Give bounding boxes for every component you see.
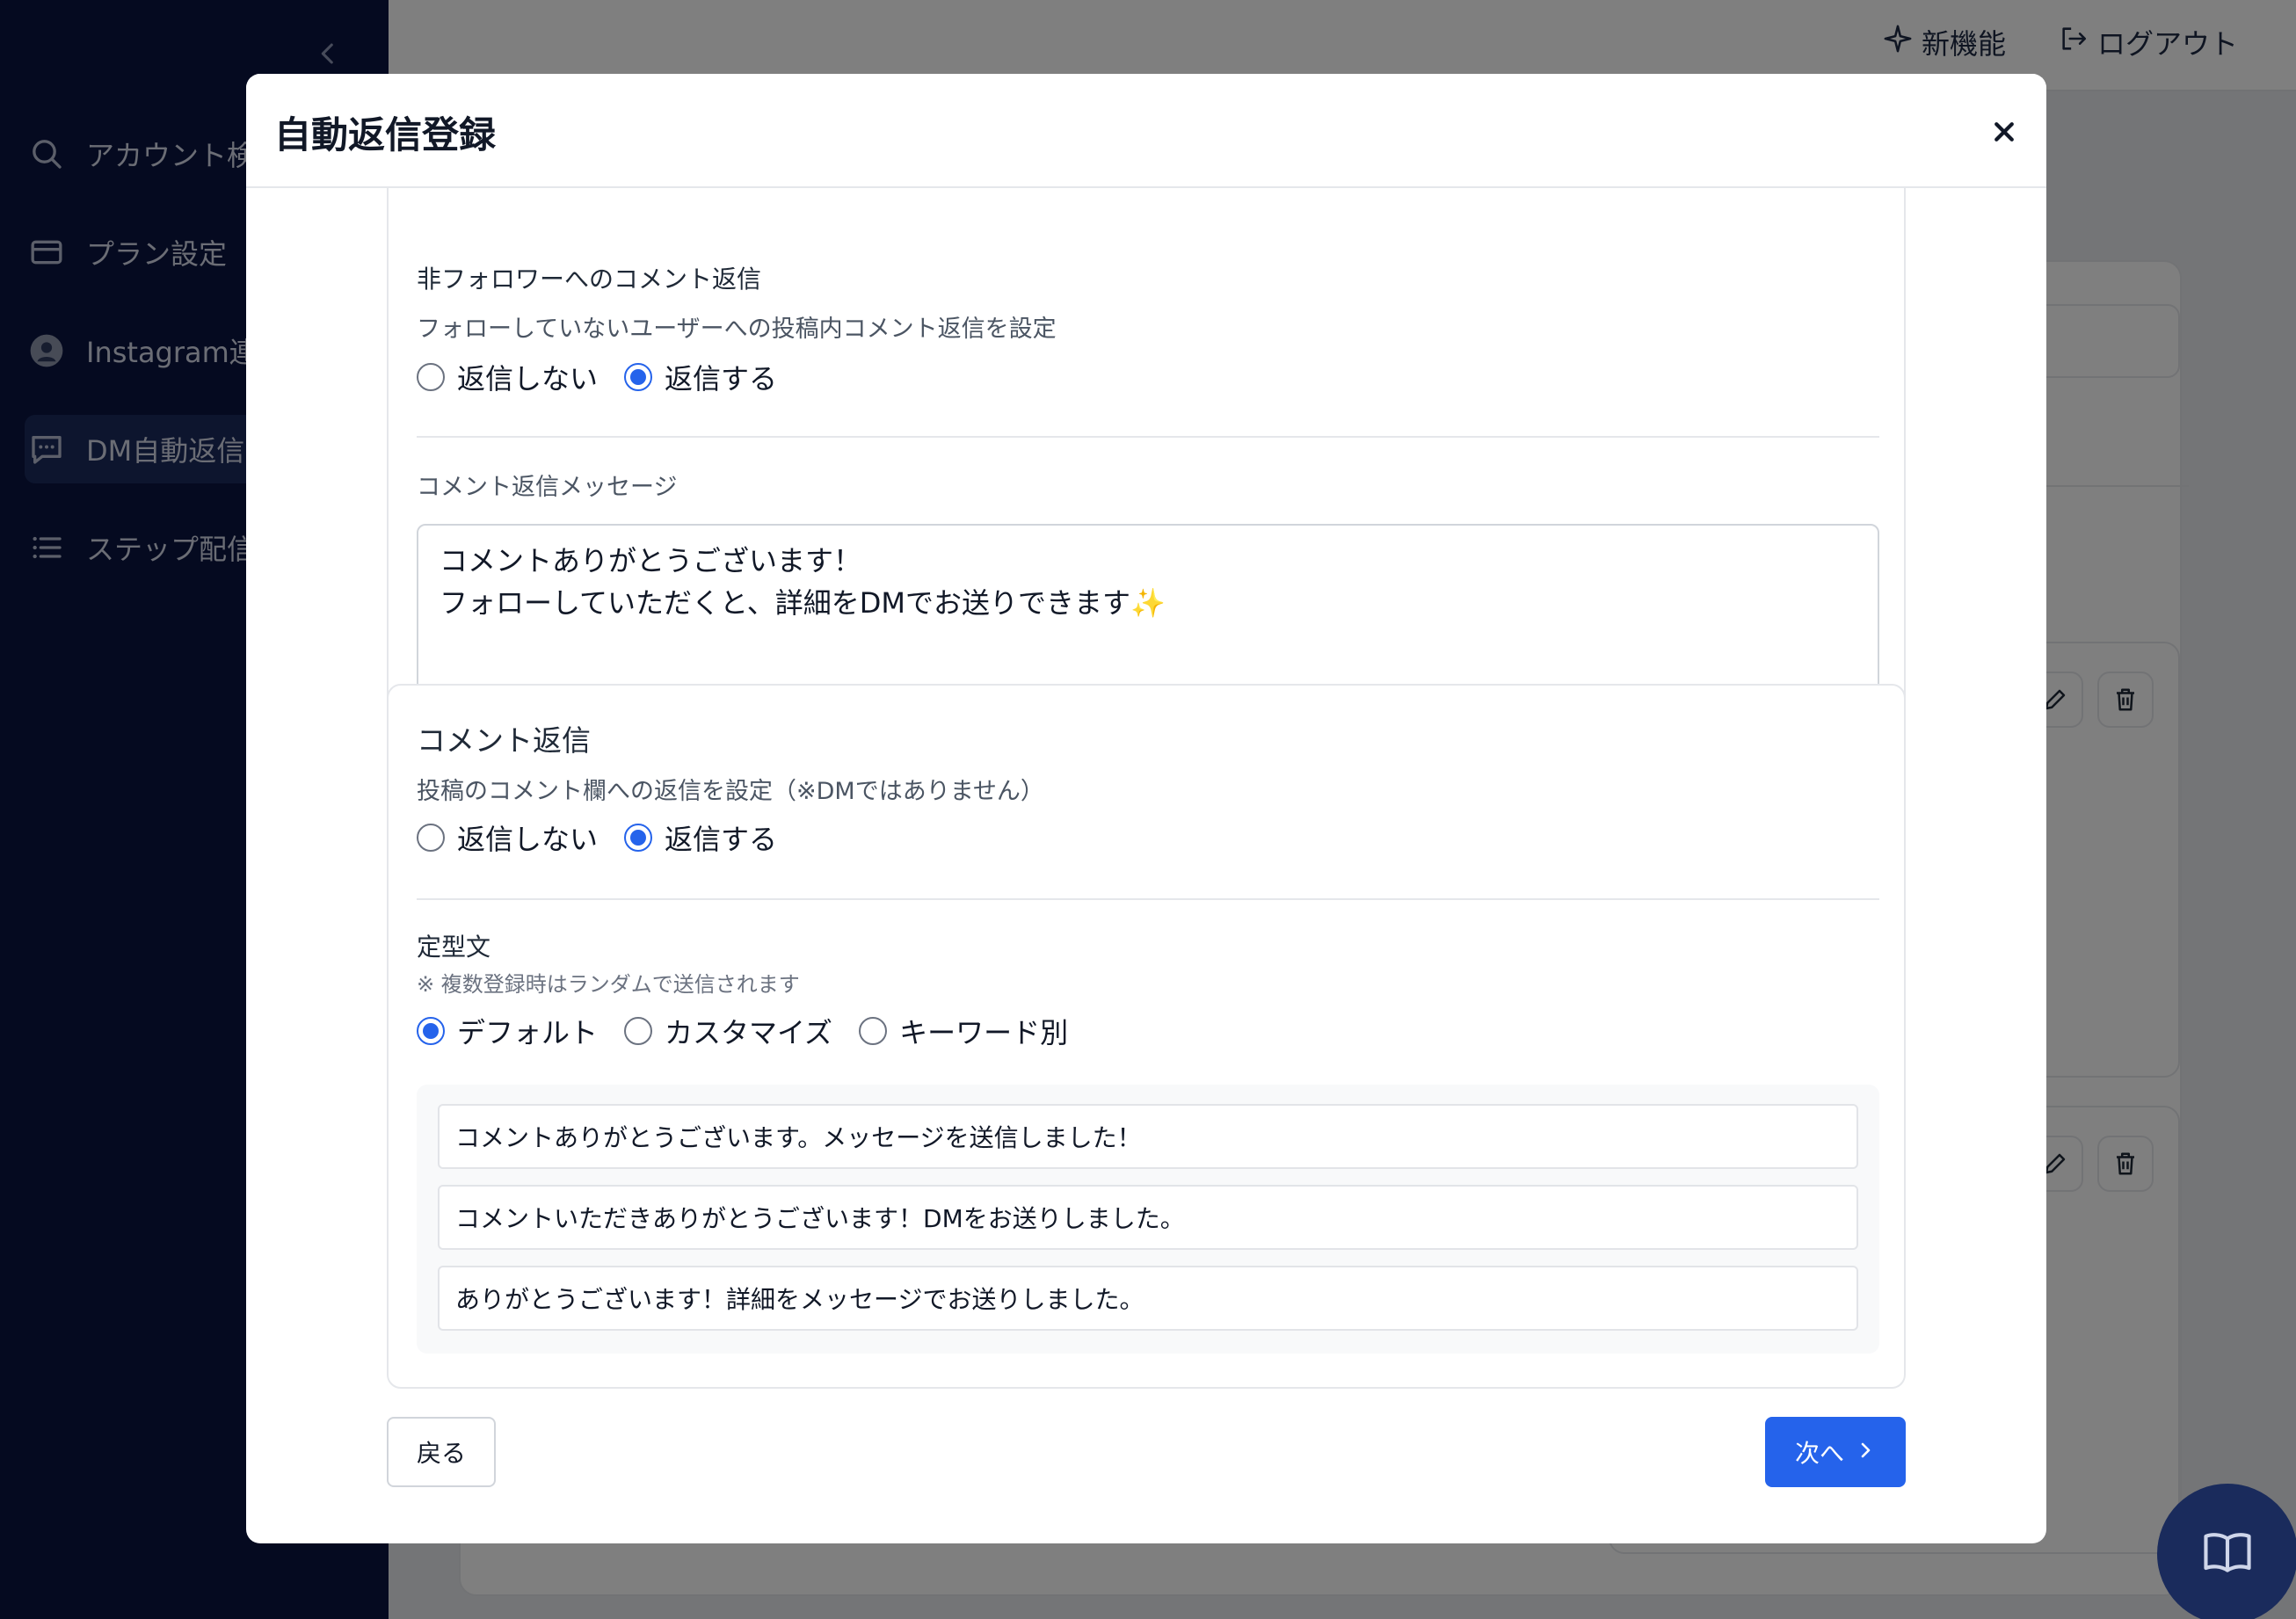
modal-title: 自動返信登録 <box>274 113 497 156</box>
comment-reply-message-label: コメント返信メッセージ <box>417 474 678 501</box>
radio-button[interactable] <box>624 1017 653 1045</box>
non-follower-reply-description: フォローしていないユーザーへの投稿内コメント返信を設定 <box>417 316 1057 343</box>
comment-reply-description: 投稿のコメント欄への返信を設定（※DMではありません） <box>417 778 1044 805</box>
radio-label: 返信する <box>665 362 778 396</box>
radio-label: 返信する <box>665 823 778 856</box>
radio-no-reply[interactable]: 返信しない <box>417 817 598 858</box>
radio-button[interactable] <box>624 363 653 391</box>
section-divider <box>417 436 1879 438</box>
radio-label: 返信しない <box>457 823 599 856</box>
template-input[interactable]: コメントいただきありがとうございます！DMをお送りしました。 <box>438 1185 1858 1250</box>
message-line-text: フォローしていただくと、詳細をDMでお送りできます <box>440 586 1131 620</box>
radio-button[interactable] <box>417 824 445 852</box>
comment-reply-message-textarea[interactable]: コメントありがとうございます！ フォローしていただくと、詳細をDMでお送りできま… <box>417 524 1879 709</box>
radio-no-reply[interactable]: 返信しない <box>417 357 598 397</box>
book-icon <box>2200 1525 2255 1583</box>
close-icon[interactable] <box>1985 113 2024 151</box>
comment-reply-section: コメント返信 投稿のコメント欄への返信を設定（※DMではありません） 返信しない… <box>387 684 1906 1389</box>
template-input[interactable]: コメントありがとうございます。メッセージを送信しました！ <box>438 1104 1858 1169</box>
template-type-options: デフォルト カスタマイズ キーワード別 <box>417 1011 1094 1051</box>
template-label: 定型文 <box>417 933 491 962</box>
radio-button[interactable] <box>417 363 445 391</box>
sparkles-emoji: ✨ <box>1130 586 1166 620</box>
non-follower-reply-title: 非フォロワーへのコメント返信 <box>417 265 762 294</box>
radio-button[interactable] <box>624 824 653 852</box>
message-line: フォローしていただくと、詳細をDMでお送りできます✨ <box>440 582 1856 624</box>
radio-default[interactable]: デフォルト <box>417 1011 598 1051</box>
section-divider <box>417 898 1879 900</box>
radio-reply[interactable]: 返信する <box>624 817 777 858</box>
radio-reply[interactable]: 返信する <box>624 357 777 397</box>
radio-label: カスタマイズ <box>665 1016 833 1049</box>
radio-label: デフォルト <box>457 1016 599 1049</box>
radio-button[interactable] <box>859 1017 888 1045</box>
radio-label: 返信しない <box>457 362 599 396</box>
non-follower-reply-options: 返信しない 返信する <box>417 357 803 397</box>
radio-by-keyword[interactable]: キーワード別 <box>859 1011 1068 1051</box>
back-button[interactable]: 戻る <box>387 1417 496 1487</box>
auto-reply-modal: 非フォロワーへのコメント返信 フォローしていないユーザーへの投稿内コメント返信を… <box>246 74 2046 1543</box>
template-note: ※ 複数登録時はランダムで送信されます <box>417 972 800 997</box>
chevron-right-icon <box>1855 1438 1876 1467</box>
template-list: コメントありがとうございます。メッセージを送信しました！ コメントいただきありが… <box>417 1085 1879 1354</box>
comment-reply-title: コメント返信 <box>417 723 591 758</box>
comment-reply-options: 返信しない 返信する <box>417 817 803 858</box>
message-line: コメントありがとうございます！ <box>440 544 862 577</box>
modal-header: 自動返信登録 <box>246 74 2046 188</box>
non-follower-reply-section: 非フォロワーへのコメント返信 フォローしていないユーザーへの投稿内コメント返信を… <box>387 162 1906 730</box>
radio-customize[interactable]: カスタマイズ <box>624 1011 832 1051</box>
next-button-label: 次へ <box>1794 1439 1844 1468</box>
template-input[interactable]: ありがとうございます！詳細をメッセージでお送りしました。 <box>438 1266 1858 1331</box>
help-button[interactable] <box>2157 1484 2296 1619</box>
radio-label: キーワード別 <box>899 1016 1069 1049</box>
next-button[interactable]: 次へ <box>1765 1417 1906 1487</box>
radio-button[interactable] <box>417 1017 445 1045</box>
